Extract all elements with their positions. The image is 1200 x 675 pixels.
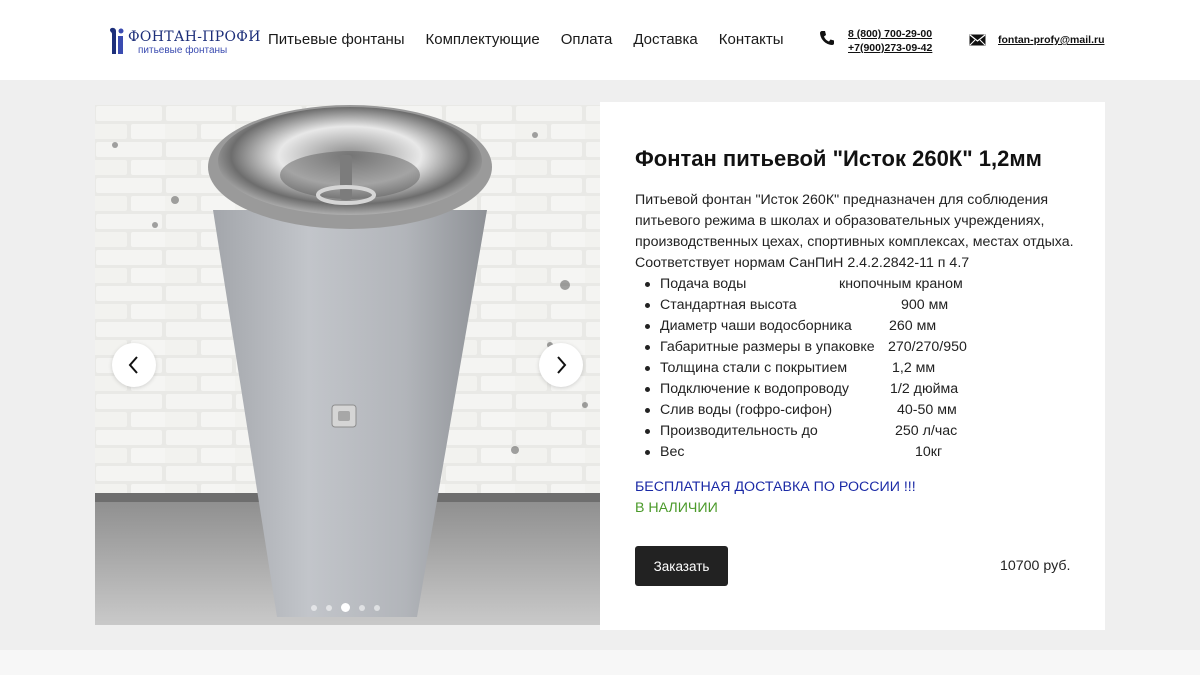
order-button[interactable]: Заказать — [635, 546, 728, 586]
stock-status: В НАЛИЧИИ — [635, 500, 718, 516]
nav-contacts[interactable]: Контакты — [719, 31, 784, 48]
gallery-dot[interactable] — [326, 604, 332, 611]
spec-item: Диаметр чаши водосборника 260 мм — [635, 316, 936, 337]
logo[interactable]: ФОНТАН-ПРОФИ питьевые фонтаны — [106, 24, 260, 58]
phone-link-1[interactable]: 8 (800) 700-29-00 — [848, 27, 932, 41]
phone-icon — [820, 31, 834, 45]
spec-item: Стандартная высота 900 мм — [635, 295, 948, 316]
delivery-note: БЕСПЛАТНАЯ ДОСТАВКА ПО РОССИИ !!! — [635, 479, 916, 495]
spec-item: Подача воды кнопочным краном — [635, 274, 963, 295]
spec-value: 270/270/950 — [888, 339, 967, 355]
main-nav: Питьевые фонтаны Комплектующие Оплата До… — [268, 31, 805, 48]
spec-item: Подключение к водопроводу 1/2 дюйма — [635, 379, 958, 400]
nav-drinking-fountains[interactable]: Питьевые фонтаны — [268, 31, 405, 48]
logo-subtitle: питьевые фонтаны — [138, 45, 228, 56]
nav-delivery[interactable]: Доставка — [633, 31, 697, 48]
spec-name: Диаметр чаши водосборника — [660, 318, 852, 334]
spec-item: Слив воды (гофро-сифон) 40-50 мм — [635, 400, 957, 421]
gallery-dot[interactable] — [374, 604, 380, 611]
spec-item: Вес 10кг — [635, 442, 942, 463]
product-price: 10700 руб. — [1000, 558, 1071, 574]
spec-value: 900 мм — [901, 297, 949, 313]
spec-item: Производительность до 250 л/час — [635, 421, 957, 442]
section-divider — [0, 650, 1200, 675]
product-card: Фонтан питьевой "Исток 260К" 1,2мм Питье… — [600, 102, 1105, 630]
gallery-next-button[interactable] — [539, 343, 583, 387]
chevron-right-icon — [557, 356, 567, 374]
nav-components[interactable]: Комплектующие — [426, 31, 540, 48]
spec-value: 1/2 дюйма — [890, 381, 959, 397]
product-photo — [95, 105, 600, 625]
spec-name: Подача воды — [660, 276, 747, 292]
gallery-dots — [311, 603, 380, 612]
nav-payment[interactable]: Оплата — [561, 31, 613, 48]
spec-value: 40-50 мм — [897, 402, 957, 418]
spec-item: Габаритные размеры в упаковке 270/270/950 — [635, 337, 967, 358]
phone-numbers: 8 (800) 700-29-00 +7(900)273-09-42 — [848, 27, 932, 55]
gallery-dot[interactable] — [311, 604, 317, 611]
phone-link-2[interactable]: +7(900)273-09-42 — [848, 41, 932, 55]
spec-name: Подключение к водопроводу — [660, 381, 849, 397]
spec-name: Толщина стали с покрытием — [660, 360, 848, 376]
spec-value: 250 л/час — [895, 423, 958, 439]
product-title: Фонтан питьевой "Исток 260К" 1,2мм — [635, 146, 1042, 171]
spec-name: Слив воды (гофро-сифон) — [660, 402, 833, 418]
spec-name: Стандартная высота — [660, 297, 797, 313]
logo-title: ФОНТАН-ПРОФИ — [128, 29, 261, 45]
spec-value: 10кг — [915, 444, 943, 460]
spec-value: 1,2 мм — [892, 360, 936, 376]
spec-value: 260 мм — [889, 318, 937, 334]
email-link[interactable]: fontan-profy@mail.ru — [998, 34, 1105, 46]
spec-list: Подача воды кнопочным краном Стандартная в… — [635, 274, 967, 463]
logo-icon — [110, 27, 124, 54]
spec-name: Производительность до — [660, 423, 818, 439]
spec-value: кнопочным краном — [839, 276, 963, 292]
spec-item: Толщина стали с покрытием 1,2 мм — [635, 358, 935, 379]
gallery-prev-button[interactable] — [112, 343, 156, 387]
spec-name: Габаритные размеры в упаковке — [660, 339, 875, 355]
site-header: ФОНТАН-ПРОФИ питьевые фонтаны Питьевые ф… — [0, 0, 1200, 80]
mail-icon — [969, 34, 986, 46]
product-gallery[interactable] — [95, 105, 600, 625]
spec-name: Вес — [660, 444, 685, 460]
gallery-dot[interactable] — [341, 603, 350, 612]
gallery-dot[interactable] — [359, 604, 365, 611]
product-description: Питьевой фонтан "Исток 260К" предназначе… — [635, 192, 1074, 271]
chevron-left-icon — [128, 356, 138, 374]
